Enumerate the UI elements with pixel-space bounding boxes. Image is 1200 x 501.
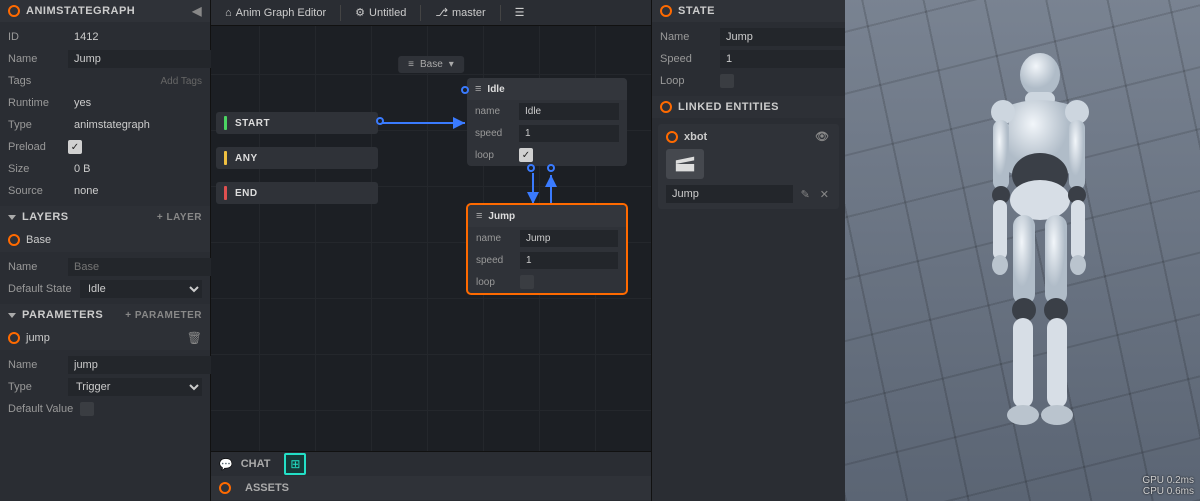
list-button[interactable]: ☰ <box>507 3 533 22</box>
field-source: Sourcenone <box>0 180 210 202</box>
port-in-bottom[interactable] <box>547 164 555 172</box>
field-id: ID1412 <box>0 26 210 48</box>
chevron-down-icon <box>8 313 16 318</box>
param-type-field: TypeTrigger <box>0 376 210 398</box>
entity-card-xbot[interactable]: xbot 👁 Jump ✎ ✕ <box>658 124 839 209</box>
state-card-jump[interactable]: ≡Jump nameJump speed1 loop <box>467 204 627 294</box>
state-loop-checkbox[interactable] <box>720 74 734 88</box>
port-out-bottom[interactable] <box>527 164 535 172</box>
menu-icon: ≡ <box>475 83 481 95</box>
close-icon[interactable]: ✕ <box>818 188 831 201</box>
menu-icon: ≡ <box>408 59 414 70</box>
collapse-icon[interactable]: ◀ <box>192 4 202 18</box>
graph-canvas[interactable]: ≡ Base ▾ START ANY END ≡Idle nameIdle <box>211 26 651 451</box>
layer-icon <box>8 234 20 246</box>
robot-model <box>945 40 1125 460</box>
field-size: Size0 B <box>0 158 210 180</box>
bottom-bar: 💬 CHAT ⊞ ASSETS <box>211 451 651 501</box>
default-state-select[interactable]: Idle <box>80 280 202 298</box>
visibility-icon[interactable]: 👁 <box>813 130 831 143</box>
list-icon: ☰ <box>515 6 525 19</box>
field-preload: Preload✓ <box>0 136 210 158</box>
layers-header[interactable]: LAYERS + LAYER <box>0 206 210 228</box>
gear-icon: ⚙ <box>355 6 365 19</box>
home-icon: ⌂ <box>225 7 232 19</box>
layer-selector[interactable]: ≡ Base ▾ <box>398 56 464 73</box>
inspector-title-bar[interactable]: ANIMSTATEGRAPH ◀ <box>0 0 210 22</box>
state-loop-field: Loop <box>652 70 845 92</box>
chevron-down-icon <box>8 215 16 220</box>
add-tags-button[interactable]: Add Tags <box>160 76 202 87</box>
field-tags: TagsAdd Tags <box>0 70 210 92</box>
state-card-idle[interactable]: ≡Idle nameIdle speed1 loop✓ <box>467 78 627 166</box>
port-out[interactable] <box>376 117 384 125</box>
param-default-checkbox[interactable] <box>80 402 94 416</box>
param-name-input[interactable] <box>68 356 222 374</box>
port-in[interactable] <box>461 86 469 94</box>
idle-loop-checkbox[interactable]: ✓ <box>519 148 533 162</box>
param-name-field: Name <box>0 354 210 376</box>
assets-tab[interactable]: ASSETS <box>245 482 289 494</box>
layer-default-state-field: Default StateIdle <box>0 278 210 300</box>
node-end[interactable]: END <box>216 182 378 204</box>
jump-loop-checkbox[interactable] <box>520 275 534 289</box>
bot-icon[interactable]: ⊞ <box>284 453 306 475</box>
jump-speed-value[interactable]: 1 <box>520 252 618 269</box>
branch-button[interactable]: ⎇master <box>427 3 493 22</box>
field-name: Name <box>0 48 210 70</box>
asset-row-jump: Jump ✎ ✕ <box>666 185 831 203</box>
state-header[interactable]: STATE <box>652 0 845 22</box>
state-panel: STATE Name Speed Loop LINKED ENTITIES xb… <box>651 0 845 501</box>
chevron-down-icon: ▾ <box>449 59 454 70</box>
parameter-icon <box>8 332 20 344</box>
menu-icon: ≡ <box>476 210 482 222</box>
inspector-title: ANIMSTATEGRAPH <box>26 5 135 17</box>
inspector-panel: ANIMSTATEGRAPH ◀ ID1412 Name TagsAdd Tag… <box>0 0 211 501</box>
state-speed-field: Speed <box>652 48 845 70</box>
entity-icon <box>666 131 678 143</box>
home-button[interactable]: ⌂Anim Graph Editor <box>217 4 334 22</box>
branch-icon: ⎇ <box>435 6 448 19</box>
param-type-select[interactable]: Trigger <box>68 378 202 396</box>
clapper-icon <box>666 149 704 179</box>
state-icon <box>660 5 672 17</box>
chat-icon: 💬 <box>219 458 233 471</box>
edit-icon[interactable]: ✎ <box>799 188 812 201</box>
editor-toolbar: ⌂Anim Graph Editor ⚙Untitled ⎇master ☰ <box>211 0 651 26</box>
node-start[interactable]: START <box>216 112 378 134</box>
graph-editor: ⌂Anim Graph Editor ⚙Untitled ⎇master ☰ ≡… <box>211 0 651 501</box>
field-type: Typeanimstategraph <box>0 114 210 136</box>
layer-base-header[interactable]: Base <box>0 228 210 252</box>
linked-icon <box>660 101 672 113</box>
assets-icon <box>219 482 231 494</box>
field-runtime: Runtimeyes <box>0 92 210 114</box>
3d-viewport[interactable]: GPU 0.2ms CPU 0.6ms <box>845 0 1200 501</box>
layer-name-field: Name <box>0 256 210 278</box>
jump-name-value[interactable]: Jump <box>520 230 618 247</box>
parameters-header[interactable]: PARAMETERS + PARAMETER <box>0 304 210 326</box>
preload-checkbox[interactable]: ✓ <box>68 140 82 154</box>
settings-button[interactable]: ⚙Untitled <box>347 3 414 22</box>
idle-speed-value[interactable]: 1 <box>519 125 619 142</box>
linked-entities-header[interactable]: LINKED ENTITIES <box>652 96 845 118</box>
chat-tab[interactable]: CHAT <box>241 458 271 470</box>
perf-stats: GPU 0.2ms CPU 0.6ms <box>1142 475 1194 497</box>
delete-parameter-button[interactable]: 🗑 <box>187 331 202 345</box>
add-layer-button[interactable]: + LAYER <box>157 212 202 223</box>
node-any[interactable]: ANY <box>216 147 378 169</box>
param-jump-header[interactable]: jump 🗑 <box>0 326 210 350</box>
state-name-field: Name <box>652 26 845 48</box>
add-parameter-button[interactable]: + PARAMETER <box>125 310 202 321</box>
name-input[interactable] <box>68 50 222 68</box>
animstategraph-icon <box>8 5 20 17</box>
layer-name-input[interactable] <box>68 258 222 276</box>
idle-name-value[interactable]: Idle <box>519 103 619 120</box>
param-default-field: Default Value <box>0 398 210 420</box>
